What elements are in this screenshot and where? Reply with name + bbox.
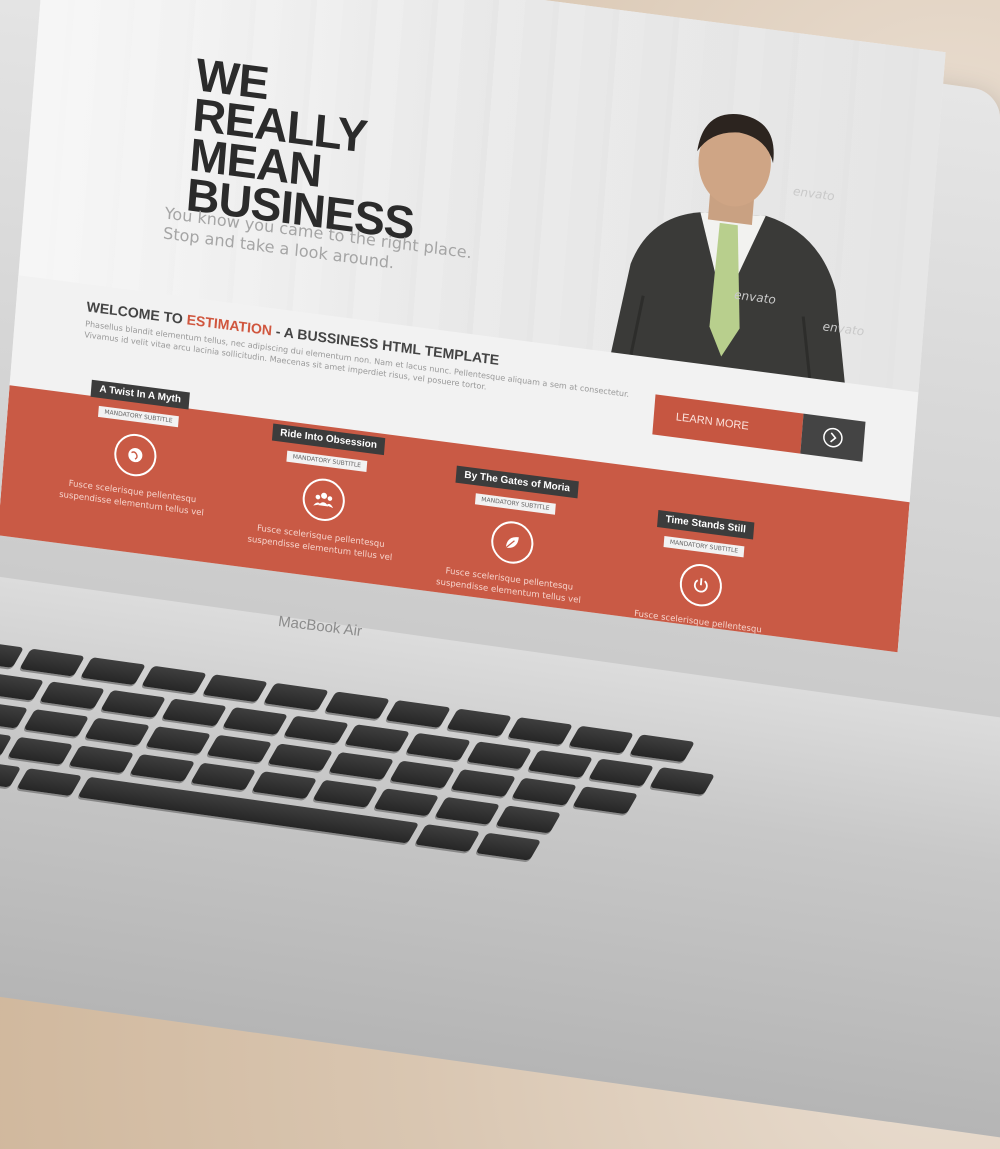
feature-title: By The Gates of Moria (455, 465, 579, 499)
users-icon (301, 476, 347, 524)
feature-text: Fusce scelerisque pellentesqu suspendisse… (606, 605, 788, 652)
feature-card[interactable]: Time Stands Still MANDATORY SUBTITLE Fus… (606, 501, 796, 652)
chevron-right-icon (800, 413, 866, 462)
feature-subtitle: MANDATORY SUBTITLE (97, 405, 179, 428)
feature-text: Fusce scelerisque pellentesqu suspendisse… (41, 474, 223, 521)
power-icon (678, 561, 724, 609)
feature-subtitle: MANDATORY SUBTITLE (663, 535, 745, 558)
feature-text-line: Fusce scelerisque pellentesqu (633, 608, 763, 636)
globe-icon (112, 431, 159, 479)
feature-text: Fusce scelerisque pellentesqu suspendisse… (229, 519, 411, 566)
learn-more-label: LEARN MORE (652, 394, 804, 454)
feature-card[interactable]: By The Gates of Moria MANDATORY SUBTITLE… (418, 458, 608, 609)
website-viewport: WE REALLY MEAN BUSINESS You know you cam… (0, 0, 946, 653)
feature-subtitle: MANDATORY SUBTITLE (474, 493, 556, 515)
leaf-icon (489, 518, 535, 567)
feature-card[interactable]: Ride Into Obsession MANDATORY SUBTITLE F… (229, 415, 419, 566)
laptop-screen: WE REALLY MEAN BUSINESS You know you cam… (0, 0, 1000, 1050)
feature-text: Fusce scelerisque pellentesqu suspendisse… (418, 562, 600, 609)
feature-card[interactable]: A Twist In A Myth MANDATORY SUBTITLE Fus… (41, 370, 231, 521)
learn-more-button[interactable]: LEARN MORE (652, 394, 866, 462)
feature-title: Time Stands Still (656, 509, 755, 540)
feature-subtitle: MANDATORY SUBTITLE (286, 450, 368, 473)
